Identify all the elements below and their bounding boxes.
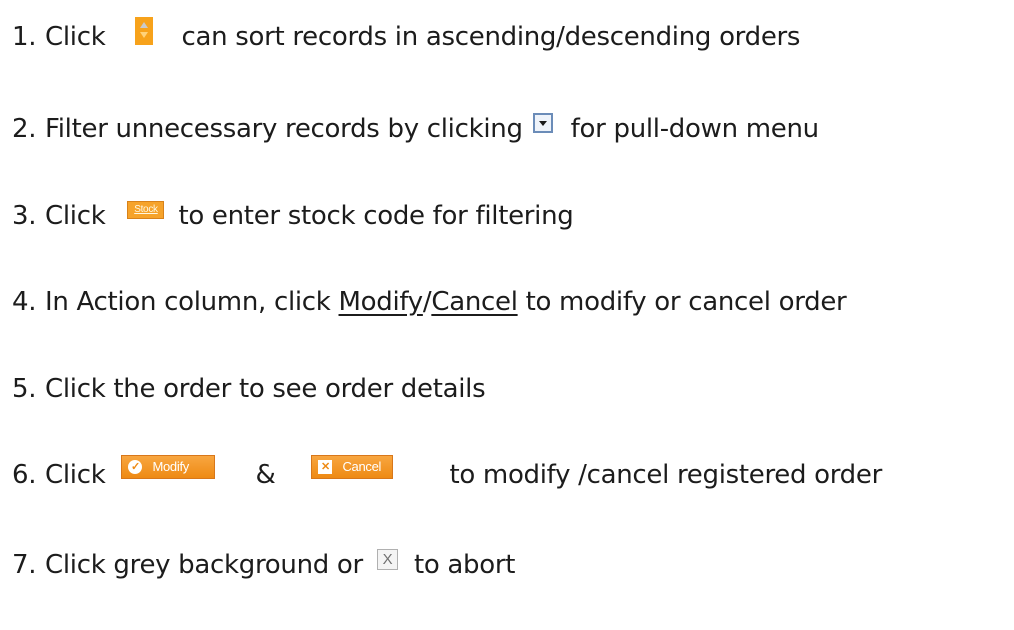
step-text: to modify /cancel registered order	[449, 460, 882, 490]
close-box-icon: ✕	[318, 460, 333, 474]
step-text: Filter unnecessary records by clicking	[45, 114, 523, 144]
step-number: 1.	[12, 22, 37, 52]
step-5: 5. Click the order to see order details	[12, 369, 486, 409]
step-text: to enter stock code for filtering	[178, 201, 574, 231]
check-circle-icon: ✓	[128, 460, 143, 474]
step-text: Click grey background or	[45, 550, 363, 580]
ampersand: &	[255, 460, 276, 490]
step-text: to abort	[413, 550, 516, 580]
modify-link[interactable]: Modify	[339, 282, 424, 322]
step-text: Click	[45, 201, 106, 231]
step-number: 4.	[12, 287, 37, 317]
close-icon[interactable]: X	[376, 548, 398, 570]
step-text: Click	[45, 460, 106, 490]
step-text: to modify or cancel order	[517, 287, 847, 317]
step-text: Click	[45, 22, 106, 52]
step-number: 3.	[12, 201, 37, 231]
step-7: 7. Click grey background or X to abort	[12, 545, 515, 585]
step-number: 5.	[12, 374, 37, 404]
dropdown-arrow-icon[interactable]	[532, 113, 553, 133]
step-1: 1. Click can sort records in ascending/d…	[12, 17, 800, 57]
step-2: 2. Filter unnecessary records by clickin…	[12, 109, 819, 149]
stock-filter-button[interactable]: Stock	[127, 201, 165, 219]
sort-arrows-icon[interactable]	[135, 17, 154, 45]
step-6: 6. Click ✓ Modify & ✕ Cancel to modify /…	[12, 455, 882, 495]
step-text: In Action column, click	[45, 287, 339, 317]
step-4: 4. In Action column, click Modify / Canc…	[12, 282, 847, 322]
step-text: Click the order to see order details	[45, 374, 486, 404]
cancel-button[interactable]: ✕ Cancel	[311, 455, 394, 479]
step-3: 3. Click Stock to enter stock code for f…	[12, 196, 574, 236]
cancel-button-label: Cancel	[342, 459, 382, 474]
modify-button-label: Modify	[152, 459, 189, 474]
slash-separator: /	[422, 287, 432, 317]
step-number: 7.	[12, 550, 37, 580]
cancel-link[interactable]: Cancel	[431, 282, 518, 322]
instructions-page: 1. Click can sort records in ascending/d…	[0, 0, 1014, 630]
step-number: 2.	[12, 114, 37, 144]
modify-button[interactable]: ✓ Modify	[121, 455, 216, 479]
step-text: for pull-down menu	[570, 114, 819, 144]
step-number: 6.	[12, 460, 37, 490]
step-text: can sort records in ascending/descending…	[181, 22, 801, 52]
